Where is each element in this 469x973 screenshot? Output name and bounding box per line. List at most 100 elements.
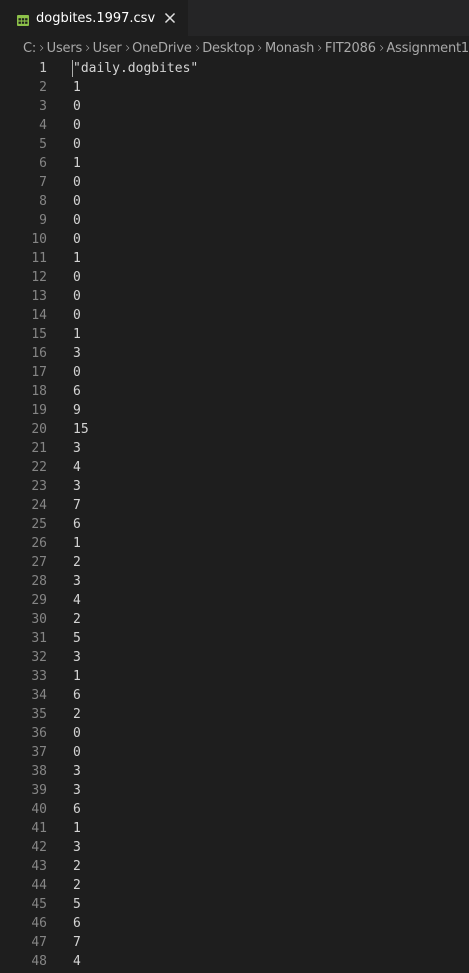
- code-line[interactable]: 44 2: [0, 876, 469, 895]
- code-line[interactable]: 17 0: [0, 363, 469, 382]
- line-content: 1: [73, 669, 81, 684]
- line-content: 1: [73, 821, 81, 836]
- code-line[interactable]: 29 4: [0, 591, 469, 610]
- line-content: 1: [73, 156, 81, 171]
- line-content: 3: [73, 650, 81, 665]
- line-content: 0: [73, 726, 81, 741]
- code-line[interactable]: 15 1: [0, 325, 469, 344]
- code-line[interactable]: 47 7: [0, 933, 469, 952]
- code-line[interactable]: 45 5: [0, 895, 469, 914]
- code-line[interactable]: 70: [0, 173, 469, 192]
- code-line[interactable]: 35 2: [0, 705, 469, 724]
- code-line[interactable]: 27 2: [0, 553, 469, 572]
- close-icon[interactable]: [162, 10, 178, 26]
- code-line[interactable]: 33 1: [0, 667, 469, 686]
- line-content: 0: [73, 270, 81, 285]
- code-line[interactable]: 32 3: [0, 648, 469, 667]
- code-line[interactable]: 16 3: [0, 344, 469, 363]
- code-line[interactable]: 61: [0, 154, 469, 173]
- line-number: 10: [31, 232, 47, 247]
- line-number: 45: [31, 897, 47, 912]
- code-line[interactable]: 39 3: [0, 781, 469, 800]
- code-line[interactable]: 42 3: [0, 838, 469, 857]
- code-line[interactable]: 26 1: [0, 534, 469, 553]
- code-line[interactable]: 14 0: [0, 306, 469, 325]
- line-number: 14: [31, 308, 47, 323]
- code-line[interactable]: 22 4: [0, 458, 469, 477]
- line-number: 43: [31, 859, 47, 874]
- line-number: 3: [39, 99, 47, 114]
- line-number: 1: [39, 61, 47, 76]
- line-content: "daily.dogbites": [73, 61, 199, 76]
- line-content: 3: [73, 346, 81, 361]
- code-line[interactable]: 30: [0, 97, 469, 116]
- line-number: 7: [39, 175, 47, 190]
- code-line[interactable]: 46 6: [0, 914, 469, 933]
- line-content: 0: [73, 99, 81, 114]
- line-content: 15: [73, 422, 89, 437]
- code-line[interactable]: 19 9: [0, 401, 469, 420]
- code-line[interactable]: 80: [0, 192, 469, 211]
- line-content: 2: [73, 612, 81, 627]
- breadcrumb-item[interactable]: OneDrive: [132, 41, 192, 56]
- code-line[interactable]: 13 0: [0, 287, 469, 306]
- line-number: 16: [31, 346, 47, 361]
- breadcrumb: C: Users User OneDrive Desktop Monash FIT2086 A…: [0, 36, 469, 60]
- line-number: 41: [31, 821, 47, 836]
- line-content: 2: [73, 707, 81, 722]
- line-content: 3: [73, 479, 81, 494]
- breadcrumb-item[interactable]: FIT2086: [325, 41, 376, 56]
- code-line[interactable]: 90: [0, 211, 469, 230]
- line-content: 1: [73, 80, 81, 95]
- code-line[interactable]: 1 "daily.dogbites": [0, 59, 469, 78]
- code-line[interactable]: 10 0: [0, 230, 469, 249]
- breadcrumb-item[interactable]: Monash: [265, 41, 314, 56]
- breadcrumb-item[interactable]: C:: [23, 41, 36, 56]
- code-line[interactable]: 37 0: [0, 743, 469, 762]
- line-number: 29: [31, 593, 47, 608]
- table-file-icon: [17, 13, 29, 26]
- line-number: 6: [39, 156, 47, 171]
- line-number: 46: [31, 916, 47, 931]
- code-line[interactable]: 43 2: [0, 857, 469, 876]
- code-editor[interactable]: 1 "daily.dogbites" 2 1 3 0 4 0 5 0 6 1 7 0 8 0 9 0 10 0 11 1 1…: [0, 59, 469, 973]
- breadcrumb-item[interactable]: Assignment1: [386, 41, 469, 56]
- code-line[interactable]: 18 6: [0, 382, 469, 401]
- breadcrumb-item[interactable]: Desktop: [202, 41, 254, 56]
- breadcrumb-item[interactable]: Users: [47, 41, 83, 56]
- line-content: 0: [73, 137, 81, 152]
- code-line[interactable]: 28 3: [0, 572, 469, 591]
- line-content: 6: [73, 802, 81, 817]
- code-line[interactable]: 50: [0, 135, 469, 154]
- code-line[interactable]: 25 6: [0, 515, 469, 534]
- line-number: 27: [31, 555, 47, 570]
- code-line[interactable]: 40 6: [0, 800, 469, 819]
- code-line[interactable]: 31 5: [0, 629, 469, 648]
- line-number: 22: [31, 460, 47, 475]
- code-line[interactable]: 40: [0, 116, 469, 135]
- line-content: 9: [73, 403, 81, 418]
- code-line[interactable]: 36 0: [0, 724, 469, 743]
- code-line[interactable]: 24 7: [0, 496, 469, 515]
- code-line[interactable]: 11 1: [0, 249, 469, 268]
- code-line[interactable]: 48 4: [0, 952, 469, 971]
- code-line[interactable]: 23 3: [0, 477, 469, 496]
- line-content: 6: [73, 384, 81, 399]
- code-line[interactable]: 34 6: [0, 686, 469, 705]
- breadcrumb-item[interactable]: User: [93, 41, 122, 56]
- line-number: 15: [31, 327, 47, 342]
- line-content: 0: [73, 289, 81, 304]
- code-line[interactable]: 30 2: [0, 610, 469, 629]
- code-line[interactable]: 21: [0, 78, 469, 97]
- code-line[interactable]: 38 3: [0, 762, 469, 781]
- line-content: 3: [73, 783, 81, 798]
- code-line[interactable]: 21 3: [0, 439, 469, 458]
- code-line[interactable]: 20 15: [0, 420, 469, 439]
- line-content: 7: [73, 498, 81, 513]
- line-content: 0: [73, 213, 81, 228]
- line-number: 39: [31, 783, 47, 798]
- code-line[interactable]: 12 0: [0, 268, 469, 287]
- tab-dogbites-csv[interactable]: dogbites.1997.csv: [0, 0, 189, 36]
- line-number: 48: [31, 954, 47, 969]
- code-line[interactable]: 41 1: [0, 819, 469, 838]
